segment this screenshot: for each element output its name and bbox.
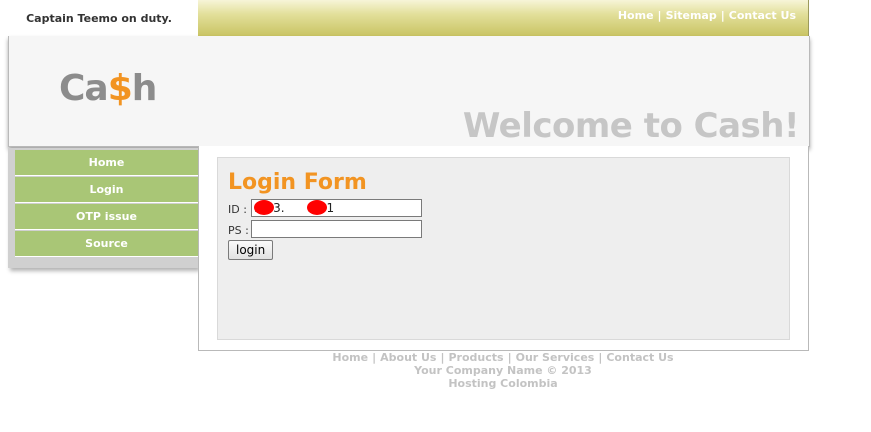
login-button[interactable]: login [228, 240, 274, 260]
footer-links: Home | About Us | Products | Our Services | Cont… [198, 351, 808, 364]
login-form-title: Login Form [228, 170, 367, 195]
logo-dollar-sign: $ [107, 68, 133, 109]
logo-prefix: Ca [59, 68, 109, 109]
sidebar-item-login[interactable]: Login [15, 177, 198, 203]
footer-copyright: Your Company Name © 2013 [414, 364, 592, 377]
footer-link-home[interactable]: Home [332, 351, 368, 364]
sidebar-item-otp-issue[interactable]: OTP issue [15, 204, 198, 230]
footer-separator: | [598, 351, 603, 364]
footer-link-our-services[interactable]: Our Services [516, 351, 595, 364]
redaction-mark [254, 200, 274, 215]
logo-suffix: h [131, 68, 158, 109]
site-tagline: Captain Teemo on duty. [26, 11, 172, 25]
footer-link-about-us[interactable]: About Us [380, 351, 436, 364]
footer-separator: | [372, 351, 377, 364]
footer-link-contact-us[interactable]: Contact Us [606, 351, 673, 364]
redaction-mark [307, 200, 327, 215]
id-input[interactable] [251, 199, 422, 217]
id-label: ID : [228, 203, 247, 216]
topnav-home-link[interactable]: Home [618, 9, 654, 22]
login-panel: Login Form ID : PS : login [217, 157, 790, 340]
footer-link-products[interactable]: Products [449, 351, 504, 364]
topnav-sitemap-link[interactable]: Sitemap [666, 9, 717, 22]
topnav-separator: | [657, 9, 662, 22]
content-area: Login Form ID : PS : login [198, 146, 809, 351]
footer-hosting: Hosting Colombia [448, 377, 558, 390]
topnav-contact-link[interactable]: Contact Us [729, 9, 796, 22]
sidebar-item-source[interactable]: Source [15, 231, 198, 257]
password-input[interactable] [251, 220, 422, 238]
site-logo[interactable]: Ca$h [59, 68, 158, 109]
page-footer: Home | About Us | Products | Our Services | Cont… [198, 351, 808, 390]
topnav-separator: | [720, 9, 725, 22]
footer-separator: | [440, 351, 445, 364]
top-bar: Home | Sitemap | Contact Us [198, 0, 809, 36]
ps-label: PS : [228, 224, 249, 237]
welcome-heading: Welcome to Cash! [462, 106, 800, 146]
footer-separator: | [507, 351, 512, 364]
sidebar-menu: Home Login OTP issue Source [15, 150, 198, 258]
top-navigation: Home | Sitemap | Contact Us [618, 9, 796, 22]
page-header: Ca$h Welcome to Cash! [8, 36, 810, 147]
sidebar-item-home[interactable]: Home [15, 150, 198, 176]
